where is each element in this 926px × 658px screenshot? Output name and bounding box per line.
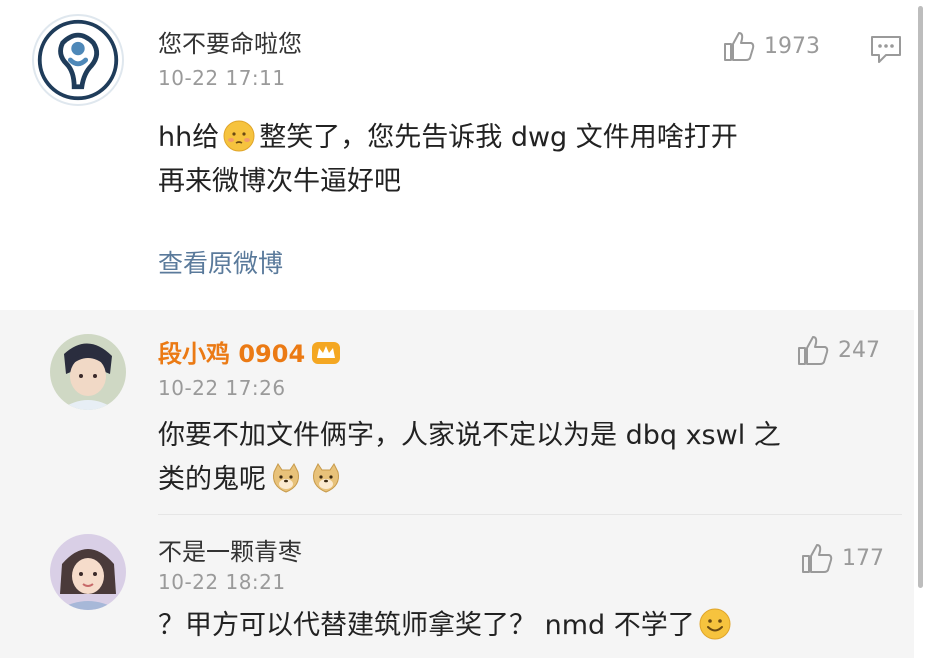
comment-text-line: hh给 整笑了，您先告诉我 dwg 文件用啥打开 xyxy=(158,116,898,160)
reply-timestamp: 10-22 17:26 xyxy=(158,376,286,400)
reply-timestamp: 10-22 18:21 xyxy=(158,570,286,594)
comment-text: hh给 整笑了，您先告诉我 dwg 文件用啥打开 再来微博次牛逼好吧 xyxy=(158,116,898,204)
doge-emoji-icon xyxy=(310,462,342,494)
like-count: 247 xyxy=(838,337,880,363)
reply-text-line: 类的鬼呢 xyxy=(158,458,888,502)
avatar-logo-icon xyxy=(37,19,119,101)
avatar-photo-icon xyxy=(50,534,126,610)
comment-button[interactable] xyxy=(870,34,902,68)
reply-text-segment: 类的鬼呢 xyxy=(158,464,266,495)
thumbs-up-icon xyxy=(724,32,755,61)
avatar[interactable] xyxy=(32,14,124,106)
main-comment: 您不要命啦您 10-22 17:11 1973 hh给 整笑了，您先告诉我 dwg… xyxy=(0,0,914,310)
embarrassed-emoji-icon xyxy=(223,120,255,152)
avatar[interactable] xyxy=(50,534,126,610)
comment-text-segment: hh给 xyxy=(158,122,220,153)
comment-text-line: 再来微博次牛逼好吧 xyxy=(158,166,401,197)
thumbs-up-icon xyxy=(798,336,829,365)
view-original-post-link[interactable]: 查看原微博 xyxy=(158,244,283,280)
reply-text: 你要不加文件俩字，人家说不定以为是 dbq xswl 之 类的鬼呢 xyxy=(158,414,888,502)
reply-text: ？甲方可以代替建筑师拿奖了？ nmd 不学了 xyxy=(158,604,888,648)
like-button[interactable]: 247 xyxy=(796,334,880,366)
vip-crown-icon xyxy=(311,338,341,366)
scrollbar[interactable] xyxy=(914,0,926,658)
avatar[interactable] xyxy=(50,334,126,410)
reply-text-segment: ？甲方可以代替建筑师拿奖了？ nmd 不学了 xyxy=(158,610,695,641)
like-count: 1973 xyxy=(764,33,820,59)
scrollbar-thumb[interactable] xyxy=(918,6,923,588)
comment-timestamp: 10-22 17:11 xyxy=(158,66,286,90)
smile-emoji-icon xyxy=(699,608,731,640)
comment-text-segment: 整笑了，您先告诉我 dwg 文件用啥打开 xyxy=(259,122,738,153)
comment-username[interactable]: 您不要命啦您 xyxy=(158,24,302,59)
thumbs-up-icon xyxy=(802,544,833,573)
reply-text-line: 你要不加文件俩字，人家说不定以为是 dbq xswl 之 xyxy=(158,420,781,451)
like-button[interactable]: 1973 xyxy=(722,30,820,62)
reply-list: 段小鸡 0904 10-22 17:26 247 你要不加文件俩字，人家说不定以… xyxy=(0,310,914,658)
like-count: 177 xyxy=(842,545,884,571)
reply-username[interactable]: 不是一颗青枣 xyxy=(158,532,302,567)
like-button[interactable]: 177 xyxy=(800,542,884,574)
reply-text-line: ？甲方可以代替建筑师拿奖了？ nmd 不学了 xyxy=(158,604,888,648)
divider xyxy=(158,514,902,515)
avatar-photo-icon xyxy=(50,334,126,410)
reply-username[interactable]: 段小鸡 0904 xyxy=(158,334,341,369)
doge-emoji-icon xyxy=(270,462,302,494)
reply-username-text: 段小鸡 0904 xyxy=(158,340,306,368)
comment-icon xyxy=(871,36,901,63)
